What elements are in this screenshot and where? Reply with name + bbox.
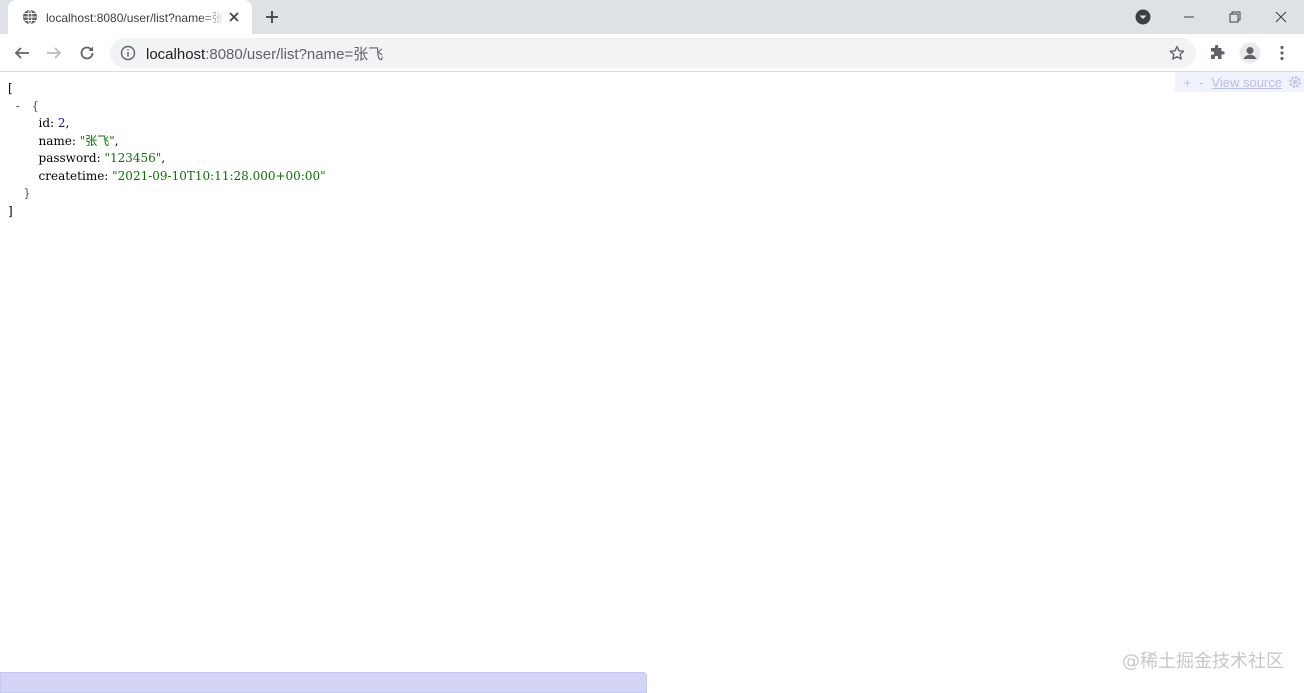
json-value: "张飞": [79, 133, 115, 148]
avatar-icon: [1239, 42, 1261, 64]
tab-title: localhost:8080/user/list?name=张飞: [46, 10, 226, 25]
json-object-open: - {: [8, 98, 326, 116]
reload-button[interactable]: [73, 39, 101, 67]
arrow-right-icon: [46, 45, 62, 61]
url-path: :8080/user/list?name=张飞: [205, 45, 384, 63]
json-entry: name: "张飞",: [38, 133, 119, 148]
json-value: "2021-09-10T10:11:28.000+00:00": [112, 168, 326, 183]
arrow-left-icon: [14, 45, 30, 61]
json-key: id: [38, 116, 51, 130]
profile-button[interactable]: [1236, 39, 1264, 67]
json-entry: id: 2,: [38, 116, 70, 130]
star-icon[interactable]: [1168, 44, 1186, 62]
json-array-open: [: [8, 81, 13, 95]
tab-strip: localhost:8080/user/list?name=张飞: [0, 0, 1304, 34]
close-icon[interactable]: [226, 9, 242, 25]
menu-button[interactable]: [1268, 39, 1296, 67]
minimize-icon[interactable]: [1166, 0, 1212, 34]
reload-icon: [79, 45, 95, 61]
watermark: @稀土掘金技术社区: [1122, 651, 1284, 672]
plus-icon[interactable]: [262, 7, 282, 27]
browser-toolbar: localhost:8080/user/list?name=张飞: [0, 34, 1304, 72]
json-key: name: [38, 133, 72, 148]
window-close-icon[interactable]: [1258, 0, 1304, 34]
json-key: createtime: [38, 168, 105, 183]
json-entry: createtime: "2021-09-10T10:11:28.000+00:…: [38, 168, 326, 183]
page-content: + - View source [ - { id: 2, name: "张飞",…: [0, 72, 1304, 693]
view-source-link[interactable]: View source: [1211, 75, 1282, 90]
puzzle-icon: [1209, 45, 1225, 61]
globe-icon: [22, 9, 38, 25]
json-value: 2: [57, 116, 66, 130]
json-viewer-toolbar: + - View source: [1175, 72, 1304, 92]
status-bar: [0, 672, 647, 693]
json-object-close: }: [23, 186, 31, 200]
gear-icon[interactable]: [1288, 75, 1302, 89]
json-key: password: [38, 151, 97, 165]
extensions-button[interactable]: [1203, 39, 1231, 67]
collapse-all-button[interactable]: -: [1199, 75, 1203, 90]
chevron-down-circle-icon[interactable]: [1134, 8, 1152, 26]
address-bar[interactable]: localhost:8080/user/list?name=张飞: [110, 38, 1196, 68]
restore-icon[interactable]: [1212, 0, 1258, 34]
url-text[interactable]: localhost:8080/user/list?name=张飞: [146, 43, 383, 64]
forward-button[interactable]: [40, 39, 68, 67]
back-button[interactable]: [8, 39, 36, 67]
url-host: localhost: [146, 45, 206, 63]
json-array-close: ]: [8, 203, 13, 218]
json-value: "123456": [104, 151, 162, 165]
browser-tab[interactable]: localhost:8080/user/list?name=张飞: [8, 0, 252, 34]
json-entry: password: "123456",: [38, 151, 166, 165]
info-icon[interactable]: [120, 45, 136, 61]
kebab-menu-icon: [1280, 45, 1284, 61]
collapse-toggle[interactable]: -: [16, 98, 28, 116]
json-view: [ - { id: 2, name: "张飞", password: "1234…: [8, 80, 326, 220]
expand-all-button[interactable]: +: [1183, 75, 1191, 90]
